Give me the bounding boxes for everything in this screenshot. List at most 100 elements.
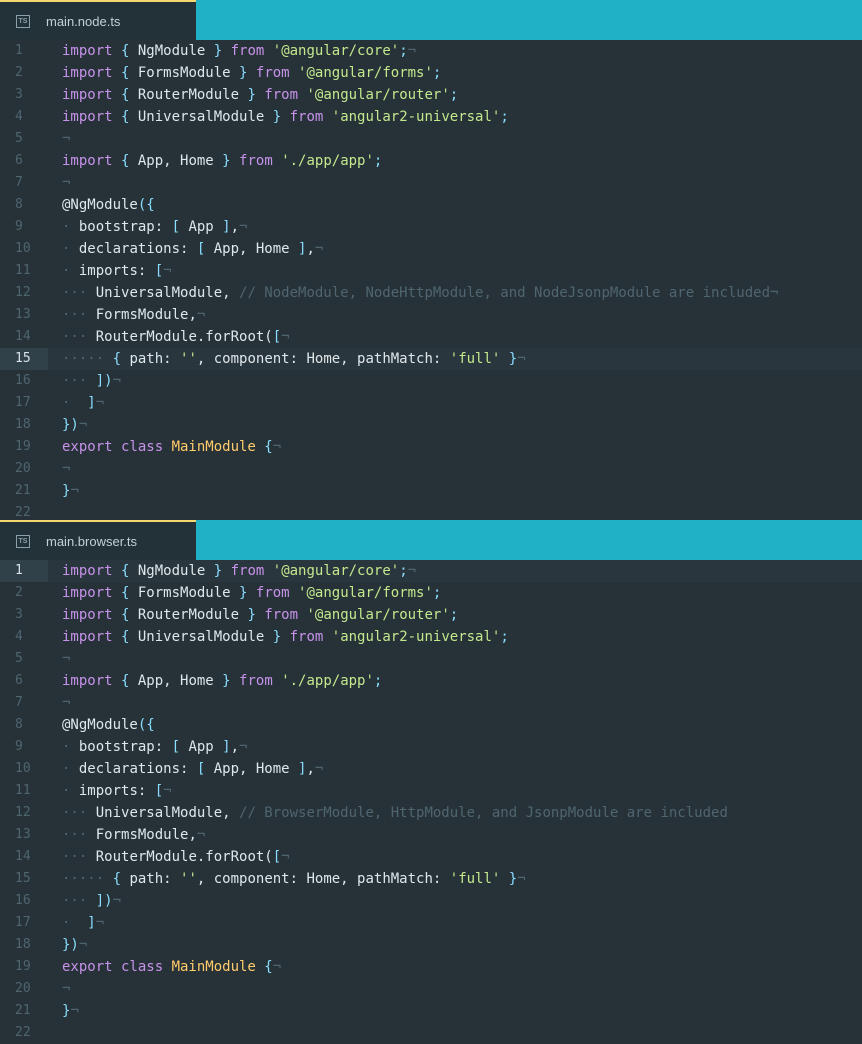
code-line[interactable]: 12 ··· UniversalModule, // NodeModule, No…: [0, 282, 862, 304]
code-token: ]: [213, 739, 231, 755]
code-token: App, Home: [213, 761, 290, 777]
code-token: ·····: [62, 871, 105, 887]
code-line[interactable]: 1 import { NgModule } from '@angular/core…: [0, 560, 862, 582]
code-token: // BrowserModule, HttpModule, and JsonpM…: [239, 805, 728, 821]
code-token: bootstrap:: [70, 219, 172, 235]
code-line[interactable]: 13 ··· FormsModule,¬: [0, 304, 862, 326]
code-line[interactable]: 11 · imports: [¬: [0, 260, 862, 282]
line-text: ¬: [62, 648, 70, 670]
line-number: 3: [15, 87, 23, 102]
line-number: 19: [15, 959, 31, 974]
code-token: import: [62, 563, 113, 579]
line-number: 5: [15, 131, 23, 146]
line-number: 1: [15, 43, 23, 58]
code-line[interactable]: 9 · bootstrap: [ App ],¬: [0, 736, 862, 758]
code-line[interactable]: 6 import { App, Home } from './app/app';: [0, 670, 862, 692]
code-token: import: [62, 673, 113, 689]
code-line[interactable]: 7 ¬: [0, 172, 862, 194]
code-line[interactable]: 21}¬: [0, 480, 862, 502]
line-text: import { NgModule } from '@angular/core'…: [62, 40, 416, 62]
line-text: ··· ])¬: [62, 890, 121, 912]
code-line[interactable]: 5 ¬: [0, 648, 862, 670]
code-token: UniversalModule,: [87, 285, 240, 301]
code-line[interactable]: 3 import { RouterModule } from '@angular/…: [0, 84, 862, 106]
code-line[interactable]: 20 ¬: [0, 458, 862, 480]
code-token: ···: [62, 849, 88, 865]
line-number: 16: [15, 893, 31, 908]
code-token: }: [230, 585, 256, 601]
code-line[interactable]: 14 ··· RouterModule.forRoot([¬: [0, 846, 862, 868]
code-token: ¬: [239, 219, 248, 235]
code-line[interactable]: 16 ··· ])¬: [0, 890, 862, 912]
line-text: ··· RouterModule.forRoot([¬: [62, 846, 290, 868]
code-line[interactable]: 17 · ]¬: [0, 392, 862, 414]
code-token: export class: [62, 439, 172, 455]
code-line[interactable]: 21}¬: [0, 1000, 862, 1022]
code-token: FormsModule,: [87, 307, 197, 323]
code-line[interactable]: 5 ¬: [0, 128, 862, 150]
code-token: ¬: [272, 959, 282, 975]
code-line[interactable]: 11 · imports: [¬: [0, 780, 862, 802]
code-line[interactable]: 4 import { UniversalModule } from 'angula…: [0, 626, 862, 648]
code-line[interactable]: 9 · bootstrap: [ App ],¬: [0, 216, 862, 238]
code-line[interactable]: 10 · declarations: [ App, Home ],¬: [0, 238, 862, 260]
code-line[interactable]: 2 import { FormsModule } from '@angular/f…: [0, 582, 862, 604]
code-line[interactable]: 7 ¬: [0, 692, 862, 714]
line-number: 21: [15, 1003, 31, 1018]
code-token: ···: [62, 827, 88, 843]
tab-main-browser-ts[interactable]: TS main.browser.ts: [0, 520, 196, 560]
code-line[interactable]: 13 ··· FormsModule,¬: [0, 824, 862, 846]
line-text: import { UniversalModule } from 'angular…: [62, 626, 509, 648]
code-line[interactable]: 8 @NgModule({: [0, 194, 862, 216]
code-line[interactable]: 10 · declarations: [ App, Home ],¬: [0, 758, 862, 780]
line-number: 12: [15, 285, 31, 300]
code-token: }): [62, 417, 79, 433]
code-token: ;: [399, 43, 408, 59]
code-line[interactable]: 8 @NgModule({: [0, 714, 862, 736]
code-line[interactable]: 14 ··· RouterModule.forRoot([¬: [0, 326, 862, 348]
code-token: ¬: [62, 695, 71, 711]
code-line[interactable]: 18})¬: [0, 934, 862, 956]
code-token: }: [205, 563, 231, 579]
code-line[interactable]: 22: [0, 1022, 862, 1044]
code-line[interactable]: 16 ··· ])¬: [0, 370, 862, 392]
code-token: ]: [289, 241, 307, 257]
code-token: 'full': [449, 351, 501, 367]
code-token: import: [62, 65, 113, 81]
code-token: {: [112, 109, 138, 125]
code-line[interactable]: 4 import { UniversalModule } from 'angula…: [0, 106, 862, 128]
code-line[interactable]: 1 import { NgModule } from '@angular/core…: [0, 40, 862, 62]
code-line[interactable]: 15 ····· { path: '', component: Home, pat…: [0, 868, 862, 890]
code-line[interactable]: 15 ····· { path: '', component: Home, pat…: [0, 348, 862, 370]
code-token: ;: [399, 563, 408, 579]
line-text: ··· FormsModule,¬: [62, 304, 205, 326]
code-editor[interactable]: 1 import { NgModule } from '@angular/core…: [0, 40, 862, 524]
code-token: ¬: [62, 175, 71, 191]
code-token: [: [196, 761, 214, 777]
tab-main-node-ts[interactable]: TS main.node.ts: [0, 0, 196, 40]
line-text: ··· UniversalModule, // BrowserModule, H…: [62, 802, 728, 824]
code-line[interactable]: 19 export class MainModule {¬: [0, 956, 862, 978]
code-token: ;: [449, 87, 459, 103]
line-number: 14: [15, 849, 31, 864]
code-line[interactable]: 17 · ]¬: [0, 912, 862, 934]
code-line[interactable]: 6 import { App, Home } from './app/app';: [0, 150, 862, 172]
code-line[interactable]: 20 ¬: [0, 978, 862, 1000]
line-text: · declarations: [ App, Home ],¬: [62, 238, 323, 260]
code-token: ({: [137, 717, 155, 733]
code-token: }: [213, 673, 240, 689]
code-token: ,: [306, 241, 315, 257]
line-text: ··· RouterModule.forRoot([¬: [62, 326, 290, 348]
line-number: 7: [15, 695, 23, 710]
line-text: · ]¬: [62, 912, 104, 934]
code-line[interactable]: 12 ··· UniversalModule, // BrowserModule,…: [0, 802, 862, 824]
code-line[interactable]: 19 export class MainModule {¬: [0, 436, 862, 458]
code-line[interactable]: 2 import { FormsModule } from '@angular/f…: [0, 62, 862, 84]
code-line[interactable]: 18})¬: [0, 414, 862, 436]
code-line[interactable]: 3 import { RouterModule } from '@angular/…: [0, 604, 862, 626]
code-token: [: [196, 241, 214, 257]
code-editor[interactable]: 1 import { NgModule } from '@angular/core…: [0, 560, 862, 1044]
line-number: 10: [15, 761, 31, 776]
